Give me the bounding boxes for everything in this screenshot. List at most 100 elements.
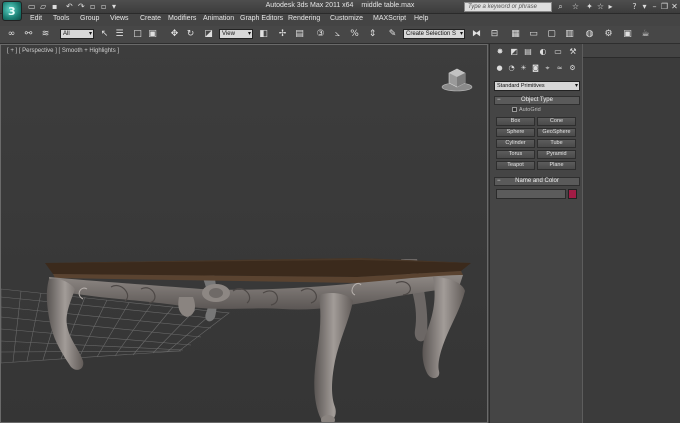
box-button[interactable]: Box [496, 117, 535, 126]
name-and-color-title: Name and Color [515, 178, 559, 184]
close-icon[interactable]: ✕ [670, 2, 679, 12]
command-panel: ✸ ◩ ▤ ◐ ▭ ⚒ ● ◔ ☀ ◙ ⌖ ≈ ⚙ Standard Primi… [489, 44, 582, 423]
systems-icon[interactable]: ⚙ [567, 63, 578, 74]
object-category-dropdown[interactable]: Standard Primitives [494, 81, 580, 91]
percent-snap-icon[interactable]: % [348, 28, 361, 41]
app-title: Autodesk 3ds Max 2011 x64 [265, 2, 354, 9]
viewport-label[interactable]: [ + ] [ Perspective ] [ Smooth + Highlig… [7, 48, 119, 54]
tube-button[interactable]: Tube [537, 139, 576, 148]
select-object-icon[interactable]: ↖ [98, 28, 111, 41]
snaps-toggle-icon[interactable]: ③ [314, 28, 327, 41]
app-window: ▭ ▱ ▪ ↶ ↷ ▫ ▫ ▾ Autodesk 3ds Max 2011 x6… [0, 0, 680, 423]
favorites-icon[interactable]: ☆ [596, 2, 605, 12]
keyboard-shortcut-override-icon[interactable]: ▤ [293, 28, 306, 41]
title-bar: ▭ ▱ ▪ ↶ ↷ ▫ ▫ ▾ Autodesk 3ds Max 2011 x6… [0, 0, 680, 14]
info-icon[interactable]: ▸ [606, 2, 615, 12]
modify-tab-icon[interactable]: ◩ [508, 46, 520, 58]
cylinder-button[interactable]: Cylinder [496, 139, 535, 148]
select-manipulate-icon[interactable]: ✢ [276, 28, 289, 41]
curve-editor-icon[interactable]: ▢ [545, 28, 558, 41]
cameras-icon[interactable]: ◙ [530, 63, 541, 74]
object-name-field[interactable] [496, 189, 566, 199]
restore-icon[interactable]: ❐ [660, 2, 669, 12]
render-setup-icon[interactable]: ⚙ [602, 28, 615, 41]
perspective-viewport[interactable]: [ + ] [ Perspective ] [ Smooth + Highlig… [0, 44, 488, 423]
named-selection-dropdown[interactable]: Create Selection S [403, 29, 465, 39]
menu-views[interactable]: Views [110, 15, 129, 22]
object-type-rollout-header[interactable]: − Object Type [494, 96, 580, 105]
display-tab-icon[interactable]: ▭ [552, 46, 564, 58]
motion-tab-icon[interactable]: ◐ [537, 46, 549, 58]
rectangular-selection-icon[interactable]: □ [131, 28, 144, 41]
sphere-button[interactable]: Sphere [496, 128, 535, 137]
geosphere-button[interactable]: GeoSphere [537, 128, 576, 137]
menu-tools[interactable]: Tools [53, 15, 69, 22]
bind-space-warp-icon[interactable]: ≋ [39, 28, 52, 41]
schematic-view-icon[interactable]: ▥ [563, 28, 576, 41]
menu-customize[interactable]: Customize [330, 15, 363, 22]
window-crossing-icon[interactable]: ▣ [146, 28, 159, 41]
teapot-button[interactable]: Teapot [496, 161, 535, 170]
name-and-color-rollout-header[interactable]: − Name and Color [494, 177, 580, 186]
space-warps-icon[interactable]: ≈ [554, 63, 565, 74]
align-icon[interactable]: ⊟ [488, 28, 501, 41]
mirror-icon[interactable]: ⧓ [470, 28, 483, 41]
menu-rendering[interactable]: Rendering [288, 15, 320, 22]
menu-group[interactable]: Group [80, 15, 99, 22]
torus-button[interactable]: Torus [496, 150, 535, 159]
subscription-icon[interactable]: ☆ [571, 2, 580, 12]
collapse-icon: − [497, 97, 501, 103]
menu-edit[interactable]: Edit [30, 15, 42, 22]
object-color-swatch[interactable] [568, 189, 577, 199]
table-leg-front-right [422, 277, 465, 379]
hierarchy-tab-icon[interactable]: ▤ [522, 46, 534, 58]
layer-manager-icon[interactable]: ▦ [509, 28, 522, 41]
unlink-icon[interactable]: ⚯ [22, 28, 35, 41]
main-toolbar: ∞ ⚯ ≋ All ↖ ☰ □ ▣ ✥ ↻ ◪ View ◧ ✢ ▤ ③ ⦣ %… [0, 26, 680, 44]
graphite-ribbon-icon[interactable]: ▭ [527, 28, 540, 41]
lights-icon[interactable]: ☀ [518, 63, 529, 74]
communication-icon[interactable]: ✦ [585, 2, 594, 12]
rendered-frame-window-icon[interactable]: ▣ [621, 28, 634, 41]
minimize-icon[interactable]: – [650, 2, 659, 12]
menu-maxscript[interactable]: MAXScript [373, 15, 406, 22]
menu-create[interactable]: Create [140, 15, 161, 22]
move-icon[interactable]: ✥ [168, 28, 181, 41]
binoculars-icon[interactable]: ⌕ [556, 2, 565, 12]
pivot-center-icon[interactable]: ◧ [257, 28, 270, 41]
help-dropdown-icon[interactable]: ▾ [640, 2, 649, 12]
app-logo[interactable]: 3 [2, 1, 22, 21]
selection-filter-dropdown[interactable]: All [60, 29, 94, 39]
scale-icon[interactable]: ◪ [202, 28, 215, 41]
select-by-name-icon[interactable]: ☰ [113, 28, 126, 41]
geometry-icon[interactable]: ● [494, 63, 505, 74]
app-logo-letter: 3 [8, 5, 16, 18]
menu-animation[interactable]: Animation [203, 15, 234, 22]
menu-modifiers[interactable]: Modifiers [168, 15, 196, 22]
shapes-icon[interactable]: ◔ [506, 63, 517, 74]
edit-named-selection-icon[interactable]: ✎ [386, 28, 399, 41]
menu-graph-editors[interactable]: Graph Editors [240, 15, 283, 22]
angle-snap-icon[interactable]: ⦣ [331, 28, 344, 41]
side-panel-header [583, 44, 680, 58]
link-icon[interactable]: ∞ [5, 28, 18, 41]
utilities-tab-icon[interactable]: ⚒ [567, 46, 579, 58]
help-icon[interactable]: ? [630, 2, 639, 12]
autogrid-checkbox[interactable]: AutoGrid [512, 107, 541, 113]
cone-button[interactable]: Cone [537, 117, 576, 126]
reference-coordinate-dropdown[interactable]: View [219, 29, 253, 39]
helpers-icon[interactable]: ⌖ [542, 63, 553, 74]
table-leg-front-center [314, 293, 353, 422]
search-input[interactable]: Type a keyword or phrase [464, 2, 552, 12]
rotate-icon[interactable]: ↻ [184, 28, 197, 41]
file-name: middle table.max [361, 2, 415, 9]
viewcube-icon[interactable] [439, 67, 475, 93]
render-production-icon[interactable]: ☕ [639, 28, 652, 41]
create-tab-icon[interactable]: ✸ [494, 46, 506, 58]
autogrid-label: AutoGrid [519, 107, 541, 113]
spinner-snap-icon[interactable]: ⇕ [366, 28, 379, 41]
plane-button[interactable]: Plane [537, 161, 576, 170]
pyramid-button[interactable]: Pyramid [537, 150, 576, 159]
material-editor-icon[interactable]: ◍ [583, 28, 596, 41]
menu-help[interactable]: Help [414, 15, 428, 22]
